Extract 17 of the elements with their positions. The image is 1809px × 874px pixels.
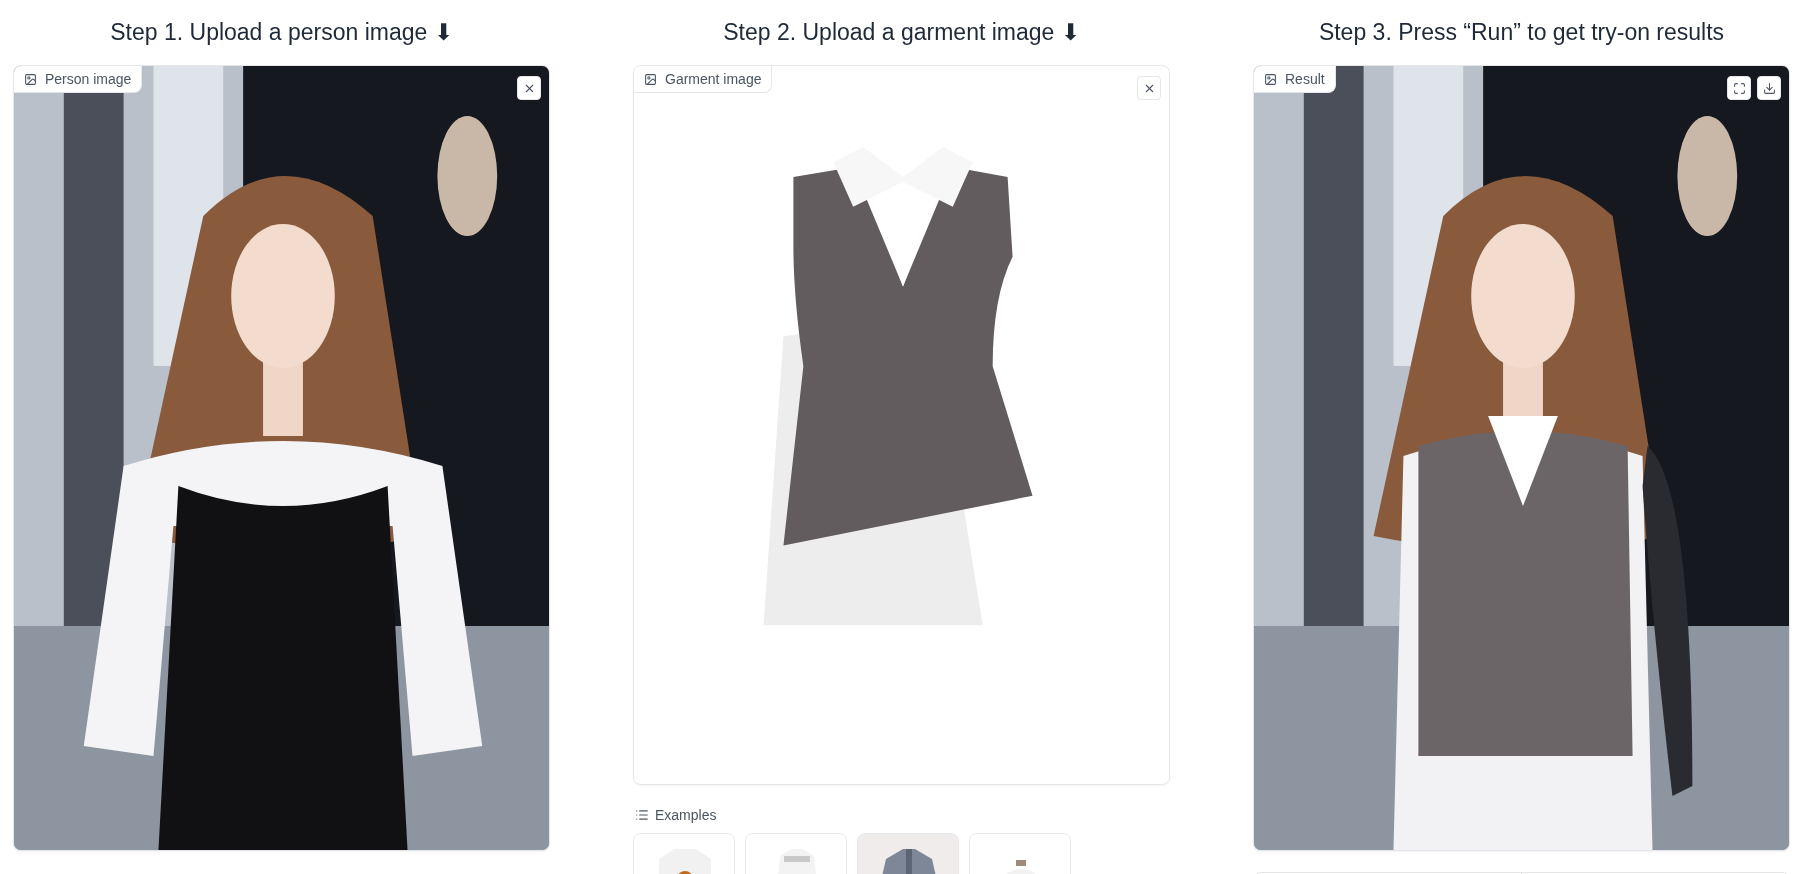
step-heading: Step 2. Upload a garment image ⬇ [722,18,1081,47]
image-icon [24,72,37,86]
close-button[interactable] [1137,76,1161,100]
label-text: Result [1285,71,1325,87]
step-heading: Step 1. Upload a person image ⬇ [109,18,454,47]
label-text: Person image [45,71,132,87]
close-button[interactable] [517,76,541,100]
label-text: Garment image [665,71,762,87]
download-button[interactable] [1757,76,1781,100]
image-icon [644,72,657,86]
image-icon [1264,72,1277,86]
download-icon [1762,81,1776,95]
examples-label: Examples [655,807,717,823]
fullscreen-button[interactable] [1727,76,1751,100]
fullscreen-icon [1732,81,1746,95]
list-icon [635,808,649,822]
step-heading: Step 3. Press “Run” to get try-on results [1317,18,1726,47]
